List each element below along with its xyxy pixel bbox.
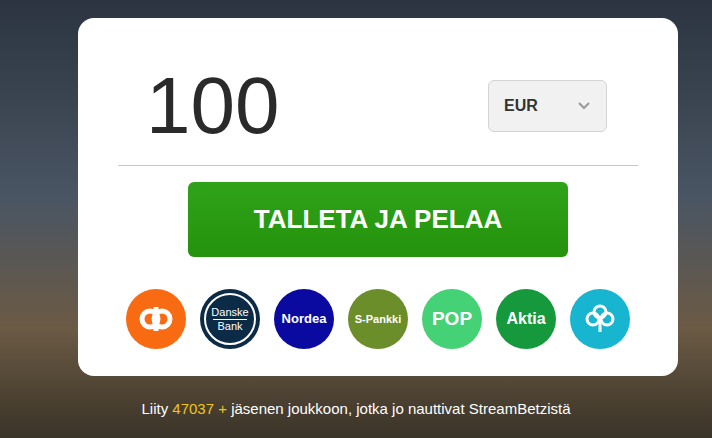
amount-row: 100 EUR <box>118 18 638 166</box>
bank-logo[interactable]: POP <box>422 289 482 349</box>
bank-name: Nordea <box>282 309 327 329</box>
currency-select[interactable]: EUR <box>488 80 607 132</box>
chevron-down-icon <box>577 101 591 111</box>
deposit-button[interactable]: TALLETA JA PELAA <box>188 182 568 257</box>
member-count: 47037 + <box>172 400 227 417</box>
bank-name: S-Pankki <box>355 311 401 328</box>
footer-text: Liity 47037 + jäsenen joukkoon, jotka jo… <box>0 398 712 421</box>
bank-logo[interactable]: Nordea <box>274 289 334 349</box>
bank-logo[interactable]: DanskeBank <box>200 289 260 349</box>
bank-name: Aktia <box>506 307 545 331</box>
bank-logo[interactable] <box>126 289 186 349</box>
clover-icon <box>584 303 616 335</box>
deposit-card: 100 EUR TALLETA JA PELAA DanskeBank Nordea S-… <box>78 18 678 376</box>
amount-input[interactable]: 100 <box>118 76 279 136</box>
page: 100 EUR TALLETA JA PELAA DanskeBank Nordea S-… <box>0 0 712 438</box>
bank-logo[interactable] <box>570 289 630 349</box>
bank-logo[interactable]: S-Pankki <box>348 289 408 349</box>
bank-logo[interactable]: Aktia <box>496 289 556 349</box>
bank-name: POP <box>432 305 472 334</box>
bank-name: DanskeBank <box>204 293 256 345</box>
op-icon <box>139 306 173 332</box>
bank-list: DanskeBank Nordea S-Pankki POP Aktia <box>118 289 638 349</box>
